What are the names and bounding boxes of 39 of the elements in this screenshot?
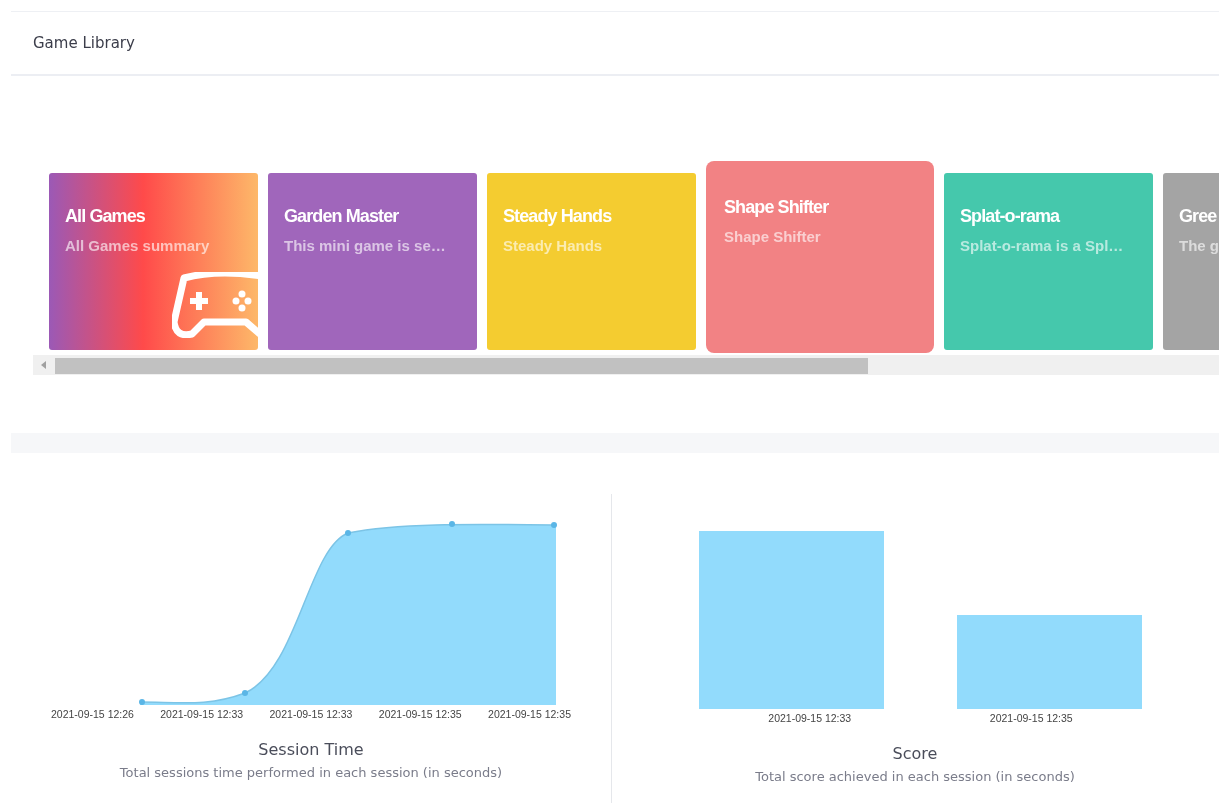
scroll-left-icon[interactable] xyxy=(41,361,47,369)
axis-label: 2021-09-15 12:35 xyxy=(378,708,462,720)
chart-point xyxy=(344,530,351,536)
gamepad-icon xyxy=(172,272,258,338)
game-title: Gree xyxy=(1179,206,1217,227)
game-description: The g xyxy=(1179,237,1219,254)
game-card[interactable]: Splat-o-rama Splat-o-rama is a Spl… xyxy=(944,173,1153,350)
game-title: Splat-o-rama xyxy=(960,206,1060,227)
game-card[interactable]: Garden Master This mini game is se… xyxy=(268,173,477,350)
axis-label: 2021-09-15 12:35 xyxy=(989,712,1073,724)
chart-title: Score xyxy=(892,744,938,763)
game-title: Garden Master xyxy=(284,206,399,227)
axis-label: 2021-09-15 12:35 xyxy=(488,708,571,720)
game-description: All Games summary xyxy=(65,237,210,254)
chart-subtitle: Total sessions time performed in each session (in seconds) xyxy=(119,765,503,780)
game-card[interactable]: Steady Hands Steady Hands xyxy=(487,173,696,350)
game-description: Shape Shifter xyxy=(724,228,821,245)
axis-label: 2021-09-15 12:33 xyxy=(768,712,852,724)
game-card[interactable]: Gree The g xyxy=(1163,173,1219,350)
chart-title: Session Time xyxy=(258,740,364,759)
game-card[interactable]: Shape Shifter Shape Shifter xyxy=(706,161,934,353)
chart-point xyxy=(138,699,145,705)
chart-subtitle: Total score achieved in each session (in seconds) xyxy=(755,769,1075,784)
chart-point xyxy=(448,521,455,527)
game-title: All Games xyxy=(65,206,145,227)
axis-label: 2021-09-15 12:26 xyxy=(51,708,134,720)
section-title: Game Library xyxy=(33,34,135,52)
game-description: Steady Hands xyxy=(503,237,603,254)
axis-label: 2021-09-15 12:33 xyxy=(160,708,244,720)
chart-point xyxy=(550,522,557,528)
chart-point xyxy=(241,690,248,696)
game-description: This mini game is se… xyxy=(284,237,446,254)
game-title: Shape Shifter xyxy=(724,197,829,218)
game-description: Splat-o-rama is a Spl… xyxy=(960,237,1124,254)
game-card[interactable]: All Games All Games summary xyxy=(49,173,258,350)
scrollbar-thumb[interactable] xyxy=(55,358,868,374)
game-title: Steady Hands xyxy=(503,206,612,227)
horizontal-scrollbar[interactable] xyxy=(33,355,1219,375)
axis-label: 2021-09-15 12:33 xyxy=(269,708,353,720)
